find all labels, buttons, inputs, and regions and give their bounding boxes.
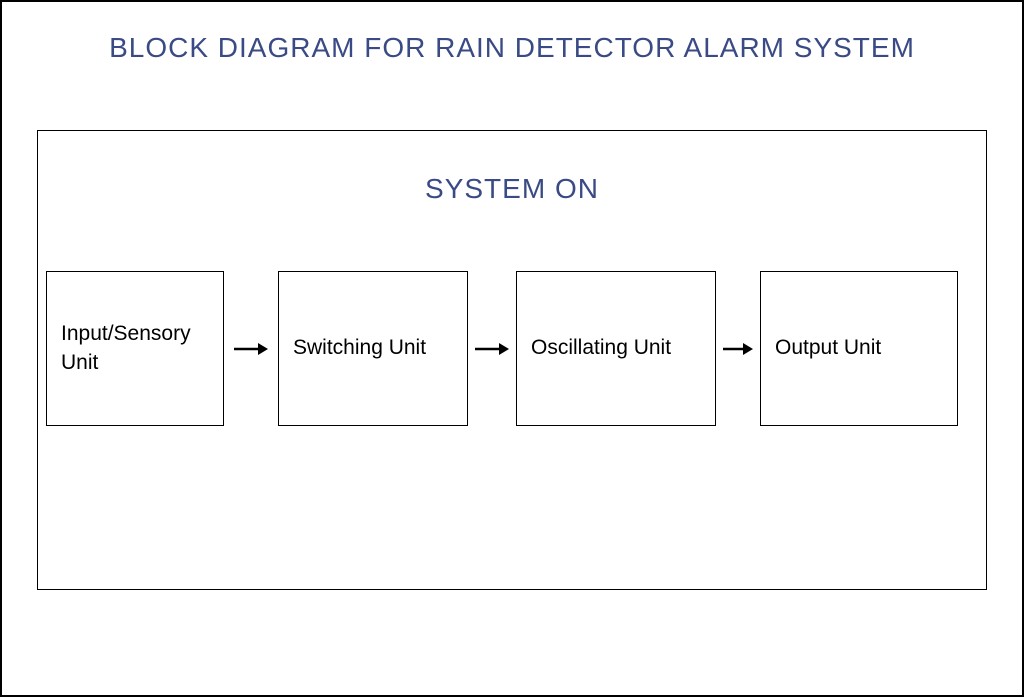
blocks-row: Input/Sensory Unit Switching Unit Oscill…: [38, 271, 986, 426]
arrow-icon: [234, 341, 268, 357]
arrow-icon: [475, 341, 509, 357]
block-output-unit: Output Unit: [760, 271, 958, 426]
system-container: SYSTEM ON Input/Sensory Unit Switching U…: [37, 130, 987, 590]
block-label: Output Unit: [775, 334, 881, 362]
block-label: Switching Unit: [293, 334, 426, 362]
arrow-icon: [723, 341, 753, 357]
block-oscillating-unit: Oscillating Unit: [516, 271, 716, 426]
block-input-sensory-unit: Input/Sensory Unit: [46, 271, 224, 426]
diagram-title: BLOCK DIAGRAM FOR RAIN DETECTOR ALARM SY…: [2, 2, 1022, 64]
block-label: Oscillating Unit: [531, 334, 671, 362]
system-on-label: SYSTEM ON: [38, 131, 986, 205]
block-label: Input/Sensory Unit: [61, 320, 209, 377]
block-switching-unit: Switching Unit: [278, 271, 468, 426]
